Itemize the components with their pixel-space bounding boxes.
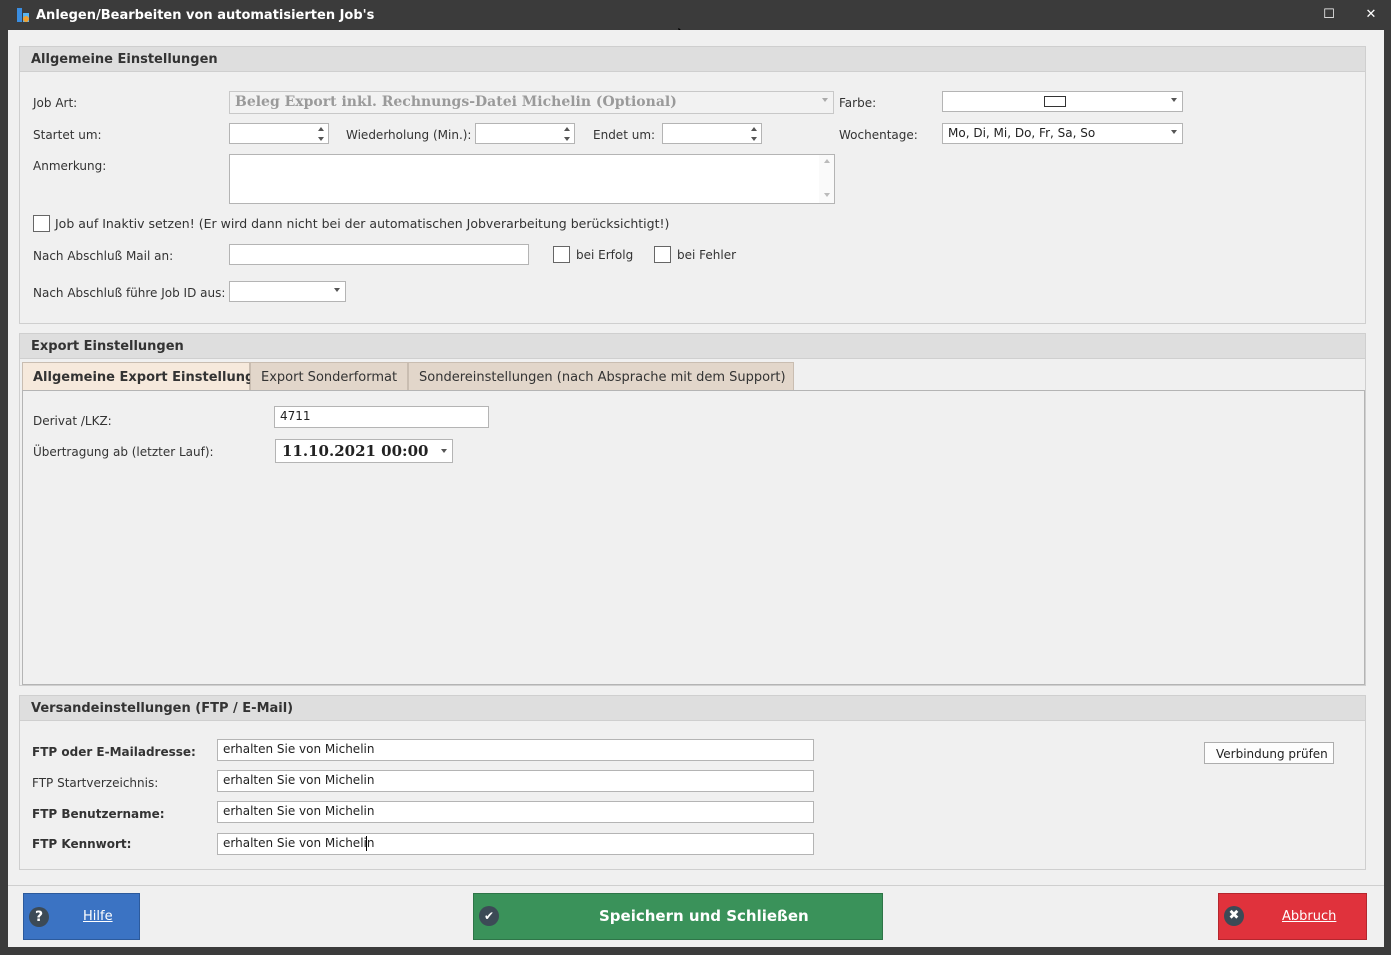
speichern-button[interactable]: ✔ Speichern und Schließen xyxy=(473,893,883,940)
endet-label: Endet um: xyxy=(593,128,656,142)
text-caret xyxy=(366,836,367,851)
inaktiv-checkbox[interactable] xyxy=(33,215,50,232)
speichern-label: Speichern und Schließen xyxy=(599,907,809,925)
tab-export-sonderformat[interactable]: Export Sonderformat xyxy=(250,362,408,391)
job-art-select[interactable]: Beleg Export inkl. Rechnungs-Datei Miche… xyxy=(229,91,834,114)
derivat-input[interactable]: 4711 xyxy=(274,406,489,428)
close-icon[interactable]: ✕ xyxy=(1360,6,1382,24)
uebertragung-label: Übertragung ab (letzter Lauf): xyxy=(33,445,214,459)
job-id-label: Nach Abschluß führe Job ID aus: xyxy=(33,286,226,300)
user-input[interactable]: erhalten Sie von Michelin xyxy=(217,801,814,823)
group-header: Export Einstellungen xyxy=(20,334,1365,359)
job-art-label: Job Art: xyxy=(33,96,78,110)
spin-down-icon[interactable] xyxy=(564,137,570,141)
verbindung-pruefen-button[interactable]: Verbindung prüfen xyxy=(1204,742,1334,764)
app-icon xyxy=(17,8,29,22)
general-settings-header: Allgemeine Einstellungen xyxy=(31,52,218,67)
abbruch-label: Abbruch xyxy=(1282,909,1337,924)
cancel-icon: ✖ xyxy=(1224,906,1244,926)
scroll-down-icon[interactable] xyxy=(824,193,830,197)
tab-page-allgemeine-export: Derivat /LKZ: 4711 Übertragung ab (letzt… xyxy=(22,390,1365,685)
bei-erfolg-checkbox[interactable] xyxy=(553,246,570,263)
versand-settings-header: Versandeinstellungen (FTP / E-Mail) xyxy=(31,701,294,716)
tab-sondereinstellungen[interactable]: Sondereinstellungen (nach Absprache mit … xyxy=(408,362,794,391)
start-dir-input[interactable]: erhalten Sie von Michelin xyxy=(217,770,814,792)
password-value: erhalten Sie von Michelin xyxy=(223,836,375,850)
spin-down-icon[interactable] xyxy=(318,137,324,141)
anmerkung-textarea[interactable] xyxy=(229,154,835,204)
hilfe-label: Hilfe xyxy=(83,909,113,924)
wochentage-value: Mo, Di, Mi, Do, Fr, Sa, So xyxy=(948,126,1096,140)
scroll-up-icon[interactable] xyxy=(824,159,830,163)
inaktiv-label: Job auf Inaktiv setzen! (Er wird dann ni… xyxy=(55,216,670,231)
uebertragung-value: 11.10.2021 00:00 xyxy=(282,442,429,460)
title-bar: Anlegen/Bearbeiten von automatisierten J… xyxy=(0,0,1391,30)
tab-label: Export Sonderformat xyxy=(261,370,398,385)
bei-fehler-label: bei Fehler xyxy=(677,248,737,262)
abbruch-button[interactable]: ✖ Abbruch xyxy=(1218,893,1367,940)
dialog-client-area: Allgemeine Einstellungen Job Art: Beleg … xyxy=(8,30,1384,947)
wochentage-select[interactable]: Mo, Di, Mi, Do, Fr, Sa, So xyxy=(942,123,1183,144)
user-value: erhalten Sie von Michelin xyxy=(223,804,375,818)
startet-label: Startet um: xyxy=(33,128,102,142)
verbindung-pruefen-label: Verbindung prüfen xyxy=(1216,747,1328,761)
farbe-label: Farbe: xyxy=(839,96,877,110)
spin-up-icon[interactable] xyxy=(751,127,757,131)
spin-down-icon[interactable] xyxy=(751,137,757,141)
group-header: Versandeinstellungen (FTP / E-Mail) xyxy=(20,696,1365,721)
start-dir-value: erhalten Sie von Michelin xyxy=(223,773,375,787)
chevron-down-icon xyxy=(822,98,828,102)
color-swatch xyxy=(1044,96,1066,107)
scrollbar[interactable] xyxy=(819,155,834,203)
group-header: Allgemeine Einstellungen xyxy=(20,47,1365,72)
ftp-mail-value: erhalten Sie von Michelin xyxy=(223,742,375,756)
ftp-mail-label: FTP oder E-Mailadresse: xyxy=(32,745,196,759)
endet-time-input[interactable] xyxy=(662,123,762,144)
help-icon: ? xyxy=(29,907,49,927)
bei-fehler-checkbox[interactable] xyxy=(654,246,671,263)
anmerkung-label: Anmerkung: xyxy=(33,159,107,173)
versand-settings-group: Versandeinstellungen (FTP / E-Mail) FTP … xyxy=(19,695,1366,870)
uebertragung-datetime-picker[interactable]: 11.10.2021 00:00 xyxy=(275,439,453,463)
start-dir-label: FTP Startverzeichnis: xyxy=(32,776,159,790)
derivat-label: Derivat /LKZ: xyxy=(33,414,112,428)
wochentage-label: Wochentage: xyxy=(839,128,918,142)
checkmark-icon: ✔ xyxy=(479,906,499,926)
chevron-down-icon xyxy=(1171,130,1177,134)
chevron-down-icon xyxy=(1171,98,1177,102)
startet-time-input[interactable] xyxy=(229,123,329,144)
password-label: FTP Kennwort: xyxy=(32,837,132,851)
mail-label: Nach Abschluß Mail an: xyxy=(33,249,174,263)
wiederholung-label: Wiederholung (Min.): xyxy=(346,128,472,142)
chevron-down-icon xyxy=(441,449,447,453)
tab-label: Allgemeine Export Einstellungen xyxy=(33,370,273,385)
export-settings-group: Export Einstellungen Allgemeine Export E… xyxy=(19,333,1366,686)
spin-up-icon[interactable] xyxy=(564,127,570,131)
job-id-select[interactable] xyxy=(229,281,346,302)
password-input[interactable]: erhalten Sie von Michelin xyxy=(217,833,814,855)
tab-label: Sondereinstellungen (nach Absprache mit … xyxy=(419,370,786,385)
export-settings-header: Export Einstellungen xyxy=(31,339,184,354)
bei-erfolg-label: bei Erfolg xyxy=(576,248,634,262)
wiederholung-input[interactable] xyxy=(475,123,575,144)
ftp-mail-input[interactable]: erhalten Sie von Michelin xyxy=(217,739,814,761)
hilfe-button[interactable]: ? Hilfe xyxy=(23,893,140,940)
maximize-icon[interactable]: ☐ xyxy=(1318,6,1340,24)
user-label: FTP Benutzername: xyxy=(32,807,165,821)
derivat-value: 4711 xyxy=(280,409,311,423)
chevron-down-icon xyxy=(334,288,340,292)
mail-input[interactable] xyxy=(229,244,529,265)
job-art-value: Beleg Export inkl. Rechnungs-Datei Miche… xyxy=(235,94,677,110)
farbe-select[interactable] xyxy=(942,91,1183,112)
window-title: Anlegen/Bearbeiten von automatisierten J… xyxy=(36,8,375,23)
spin-up-icon[interactable] xyxy=(318,127,324,131)
footer-divider xyxy=(8,885,1384,886)
tab-allgemeine-export[interactable]: Allgemeine Export Einstellungen xyxy=(22,362,272,391)
general-settings-group: Allgemeine Einstellungen Job Art: Beleg … xyxy=(19,46,1366,324)
